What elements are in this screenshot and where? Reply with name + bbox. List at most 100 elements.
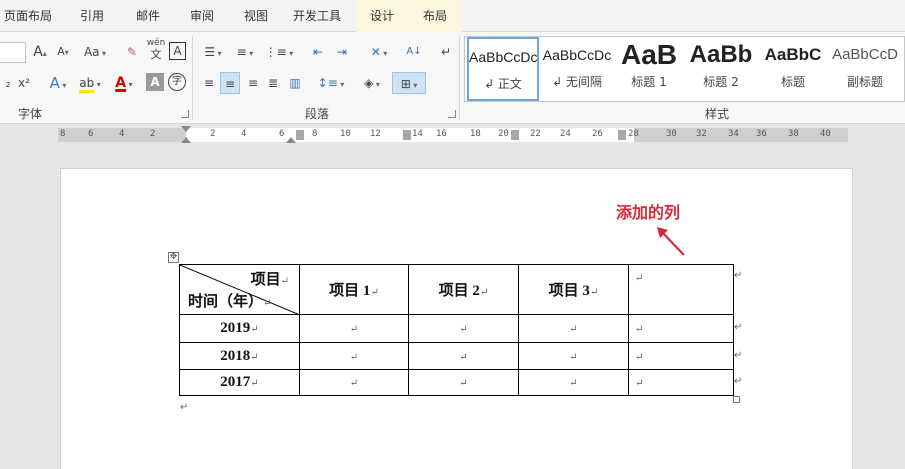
style-heading-1[interactable]: AaB 标题 1 (613, 37, 685, 101)
table-cell[interactable]: ↵ (408, 369, 519, 396)
style-title[interactable]: AaBbC 标题 (757, 37, 829, 101)
ruler-label: 24 (560, 129, 571, 139)
enclose-char-button[interactable]: 字 (168, 73, 186, 91)
table-move-handle[interactable]: ✥ (168, 252, 179, 263)
increase-indent-button[interactable]: ⇥ (332, 41, 352, 63)
style-name: 副标题 (846, 75, 883, 89)
added-column-cell[interactable]: ↵ (628, 314, 734, 343)
year-cell[interactable]: 2017↵ (179, 369, 300, 396)
char-shading-button[interactable]: A (146, 73, 164, 91)
char-border-icon: A (173, 44, 182, 58)
line-spacing-icon: ↕≡ (317, 76, 338, 90)
right-indent-marker[interactable] (286, 137, 296, 143)
multilevel-list-icon: ⋮≡ (264, 45, 287, 59)
paragraph-dialog-launcher[interactable] (448, 110, 456, 118)
table-cell[interactable]: ↵ (518, 314, 629, 343)
chinese-layout-button[interactable]: ✕ ▾ (364, 41, 394, 63)
increase-indent-icon: ⇥ (336, 45, 348, 59)
table-cell[interactable]: ↵ (299, 369, 409, 396)
chinese-layout-icon: ✕ (370, 45, 381, 59)
highlighter-icon: ab (79, 76, 95, 93)
decrease-indent-button[interactable]: ⇤ (308, 41, 328, 63)
style-heading-2[interactable]: AaBb 标题 2 (685, 37, 757, 101)
font-dialog-launcher[interactable] (181, 110, 189, 118)
table-header-cell[interactable]: 项目 3↵ (518, 264, 629, 315)
table-cell[interactable]: ↵ (408, 314, 519, 343)
align-center-button[interactable]: ≡ (220, 72, 240, 94)
multilevel-list-button[interactable]: ⋮≡ ▾ (264, 41, 294, 63)
grow-font-button[interactable]: A▴ (30, 41, 50, 63)
sort-button[interactable]: A↓ (404, 41, 424, 63)
table-resize-handle[interactable] (733, 396, 740, 403)
table-cell[interactable]: ↵ (299, 314, 409, 343)
hanging-indent-marker[interactable] (181, 137, 191, 143)
tab-page-layout[interactable]: 页面布局 (0, 0, 56, 32)
clear-format-button[interactable]: ✎ (122, 41, 142, 63)
shading-button[interactable]: ◈ ▾ (358, 72, 386, 94)
year-cell[interactable]: 2019↵ (179, 314, 300, 343)
row-end-mark: ↵ (734, 270, 743, 281)
added-column-cell[interactable]: ↵ (628, 369, 734, 396)
line-spacing-button[interactable]: ↕≡ ▾ (316, 72, 346, 94)
shrink-font-icon: A (57, 45, 65, 58)
justify-button[interactable]: ≣ (264, 72, 282, 94)
bullets-button[interactable]: ☰ ▾ (200, 41, 226, 63)
numbered-list-icon: ≡ (236, 45, 247, 59)
tab-table-layout[interactable]: 布局 (408, 0, 462, 32)
font-size-dropdown[interactable] (0, 42, 26, 63)
align-right-icon: ≡ (247, 76, 259, 90)
styles-gallery: AaBbCcDc ↲ 正文 AaBbCcDc ↲ 无间隔 AaB 标题 1 Aa… (464, 36, 905, 102)
char-border-button[interactable]: A (169, 42, 186, 60)
table-cell[interactable]: ↵ (518, 342, 629, 370)
table-cell[interactable]: ↵ (518, 369, 629, 396)
align-left-button[interactable]: ≡ (200, 72, 218, 94)
align-right-button[interactable]: ≡ (244, 72, 262, 94)
style-sample: AaBbC (764, 45, 822, 64)
tab-developer[interactable]: 开发工具 (286, 0, 348, 32)
ruler-label: 6 (88, 129, 94, 139)
added-column-cell[interactable]: ↵ (628, 264, 734, 315)
tab-references[interactable]: 引用 (68, 0, 116, 32)
style-sample: AaB (620, 39, 677, 70)
horizontal-ruler[interactable]: 8 6 4 2 2 4 6 8 10 12 14 16 18 20 22 24 … (58, 126, 848, 143)
table-cell[interactable]: ↵ (408, 342, 519, 370)
first-line-indent-marker[interactable] (181, 126, 191, 132)
column-marker[interactable] (511, 130, 519, 140)
tab-review[interactable]: 审阅 (178, 0, 226, 32)
distributed-button[interactable]: ▥ (286, 72, 304, 94)
table-header-row: 项目↵ 时间（年）↵ 项目 1↵ 项目 2↵ 项目 3↵ ↵ (179, 264, 734, 315)
diagonal-header-cell[interactable]: 项目↵ 时间（年）↵ (179, 264, 300, 315)
ruler-label: 8 (60, 129, 66, 139)
style-subtitle[interactable]: AaBbCcD 副标题 (829, 37, 901, 101)
added-column-cell[interactable]: ↵ (628, 342, 734, 370)
text-effect-button[interactable]: A ▾ (44, 72, 72, 94)
tab-table-design[interactable]: 设计 (356, 0, 408, 32)
table-header-cell[interactable]: 项目 2↵ (408, 264, 519, 315)
phonetic-guide-button[interactable]: wén 文 (146, 38, 166, 60)
table-header-cell[interactable]: 项目 1↵ (299, 264, 409, 315)
style-name: 标题 (780, 75, 805, 89)
bullet-list-icon: ☰ (204, 45, 216, 59)
superscript-button[interactable]: x² (14, 72, 34, 94)
column-marker[interactable] (296, 130, 304, 140)
table-cell[interactable]: ↵ (299, 342, 409, 370)
column-marker[interactable] (403, 130, 411, 140)
tab-view[interactable]: 视图 (232, 0, 280, 32)
borders-button[interactable]: ⊞ ▾ (392, 72, 426, 94)
ruler-label: 4 (119, 129, 125, 139)
numbering-button[interactable]: ≡ ▾ (232, 41, 258, 63)
shrink-font-button[interactable]: A▾ (54, 41, 72, 63)
change-case-button[interactable]: Aa ▾ (80, 41, 110, 63)
ruler-label: 2 (150, 129, 156, 139)
highlight-button[interactable]: ab ▾ (76, 72, 104, 94)
style-normal[interactable]: AaBbCcDc ↲ 正文 (467, 37, 539, 101)
font-color-button[interactable]: A ▾ (110, 72, 138, 94)
tab-mailings[interactable]: 邮件 (124, 0, 172, 32)
year-cell[interactable]: 2018↵ (179, 342, 300, 370)
ruler-label: 20 (498, 129, 509, 139)
column-marker[interactable] (618, 130, 626, 140)
show-marks-button[interactable]: ↵ (436, 41, 456, 63)
style-no-spacing[interactable]: AaBbCcDc ↲ 无间隔 (541, 37, 613, 101)
group-separator (459, 36, 460, 120)
paint-bucket-icon: ◈ (364, 76, 374, 90)
